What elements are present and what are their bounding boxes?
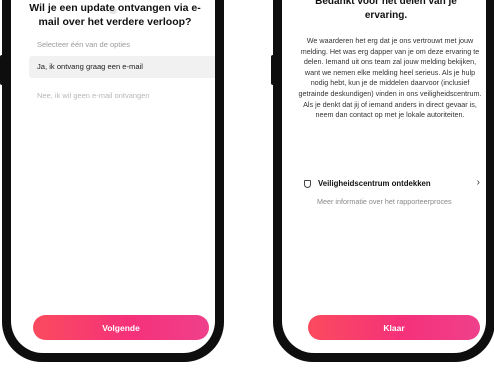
phone-side-button: [0, 55, 4, 85]
phone-left: Wil je een update ontvangen via e-mail o…: [0, 0, 224, 362]
phone-right: Bedankt voor het delen van je ervaring. …: [271, 0, 494, 362]
option-yes-email[interactable]: Ja, ik ontvang graag een e-mail: [29, 56, 215, 78]
safety-center-link[interactable]: Veiligheidscentrum ontdekken ›: [304, 177, 482, 192]
next-button[interactable]: Volgende: [33, 315, 209, 340]
option-no-email[interactable]: Nee, ik wil geen e-mail ontvangen: [37, 91, 150, 100]
chevron-right-icon: ›: [476, 177, 480, 188]
phone-side-button: [271, 55, 275, 85]
options-hint: Selecteer één van de opties: [37, 40, 130, 49]
shield-icon: [304, 180, 311, 188]
safety-center-label: Veiligheidscentrum ontdekken: [318, 179, 431, 188]
thank-you-title: Bedankt voor het delen van je ervaring.: [315, 0, 457, 21]
option-yes-label: Ja, ik ontvang graag een e-mail: [37, 62, 143, 71]
safety-center-subtext: Meer informatie over het rapporteerproce…: [317, 197, 452, 206]
thank-you-screen: Bedankt voor het delen van je ervaring. …: [282, 0, 486, 353]
email-update-screen: Wil je een update ontvangen via e-mail o…: [11, 0, 215, 353]
done-button[interactable]: Klaar: [308, 315, 480, 340]
question-title: Wil je een update ontvangen via e-mail o…: [29, 2, 201, 28]
thank-you-body: We waarderen het erg dat je ons vertrouw…: [298, 36, 482, 120]
